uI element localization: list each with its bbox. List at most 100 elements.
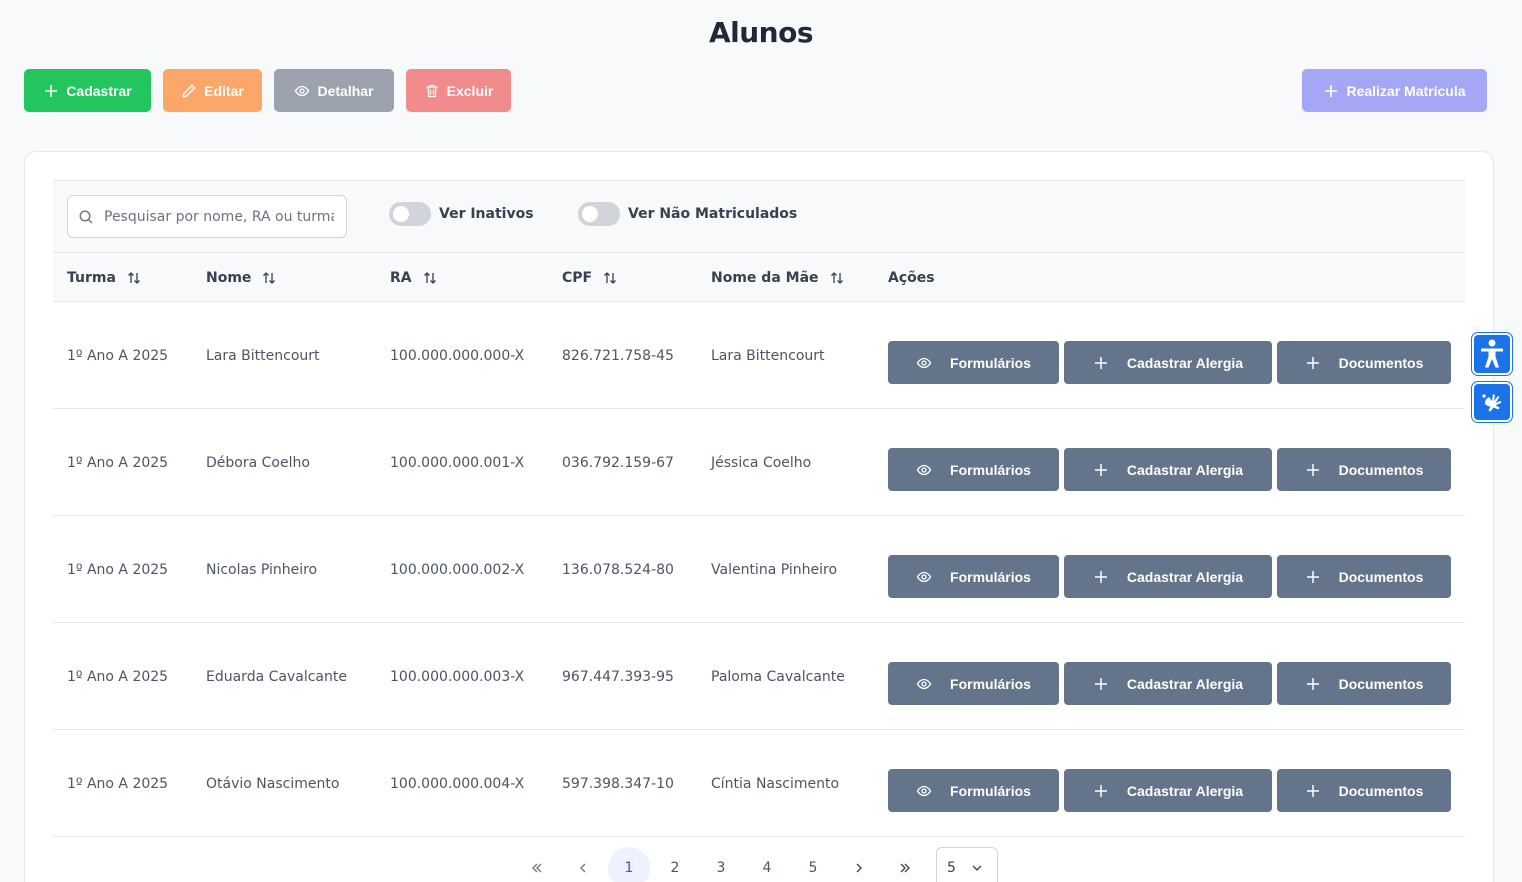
realizar-matricula-button[interactable]: Realizar Matrícula: [1302, 69, 1487, 112]
page-button[interactable]: 4: [746, 847, 788, 882]
cadastrar-alergia-button[interactable]: Cadastrar Alergia: [1064, 448, 1272, 491]
detalhar-label: Detalhar: [317, 82, 374, 99]
table-body: 1º Ano A 2025 Lara Bittencourt 100.000.0…: [53, 302, 1465, 837]
toggle-nao-matriculados-switch[interactable]: [578, 202, 620, 226]
pagination: 1 2 3 4 5 5: [25, 847, 1495, 882]
documentos-button[interactable]: Documentos: [1277, 662, 1451, 705]
cell-turma: 1º Ano A 2025: [67, 347, 169, 364]
plus-icon: [1306, 784, 1319, 797]
cadastrar-alergia-label: Cadastrar Alergia: [1126, 568, 1244, 585]
plus-icon: [1325, 84, 1338, 97]
cell-ra: 100.000.000.000-X: [390, 347, 525, 364]
rows-per-page-value: 5: [947, 860, 956, 876]
cadastrar-alergia-button[interactable]: Cadastrar Alergia: [1064, 555, 1272, 598]
filter-bar: Ver Inativos Ver Não Matriculados: [53, 180, 1465, 253]
rows-per-page-select[interactable]: 5: [936, 847, 998, 882]
formularios-button[interactable]: Formulários: [888, 662, 1059, 705]
sort-icon: [127, 271, 140, 284]
accessibility-button[interactable]: [1472, 333, 1512, 375]
cell-nome-da-mae: Paloma Cavalcante: [711, 668, 845, 685]
cadastrar-alergia-button[interactable]: Cadastrar Alergia: [1064, 341, 1272, 384]
cell-ra: 100.000.000.002-X: [390, 561, 525, 578]
cell-cpf: 967.447.393-95: [562, 668, 674, 685]
cell-turma: 1º Ano A 2025: [67, 561, 169, 578]
cell-nome-da-mae: Valentina Pinheiro: [711, 561, 838, 578]
cell-ra: 100.000.000.003-X: [390, 668, 525, 685]
search-input[interactable]: [104, 208, 334, 225]
documentos-label: Documentos: [1338, 782, 1424, 799]
detalhar-button[interactable]: Detalhar: [274, 69, 394, 112]
formularios-button[interactable]: Formulários: [888, 555, 1059, 598]
double-chevron-right-icon: [900, 863, 910, 873]
table-row[interactable]: 1º Ano A 2025 Lara Bittencourt 100.000.0…: [53, 302, 1465, 409]
excluir-button[interactable]: Excluir: [406, 69, 511, 112]
cell-nome: Nicolas Pinheiro: [206, 561, 318, 578]
cell-cpf: 826.721.758-45: [562, 347, 674, 364]
documentos-button[interactable]: Documentos: [1277, 555, 1451, 598]
documentos-button[interactable]: Documentos: [1277, 769, 1451, 812]
sort-icon: [604, 271, 617, 284]
page-button[interactable]: 5: [792, 847, 834, 882]
cell-nome-da-mae: Jéssica Coelho: [711, 454, 812, 471]
plus-icon: [1094, 463, 1107, 476]
eye-icon: [916, 678, 932, 689]
plus-icon: [1094, 677, 1107, 690]
page-button[interactable]: 1: [608, 847, 650, 882]
chevron-down-icon: [972, 865, 982, 871]
column-header-turma[interactable]: Turma: [67, 253, 142, 302]
formularios-label: Formulários: [950, 568, 1031, 585]
sort-icon: [423, 271, 436, 284]
search-icon: [79, 209, 93, 223]
pencil-icon: [182, 84, 196, 97]
cadastrar-button[interactable]: Cadastrar: [24, 69, 151, 112]
column-header-ra[interactable]: RA: [390, 253, 438, 302]
page-button[interactable]: 2: [654, 847, 696, 882]
page-button[interactable]: 3: [700, 847, 742, 882]
accessibility-icon: [1481, 339, 1503, 368]
toolbar: Cadastrar Editar Detalhar Excluir Realiz…: [24, 69, 1487, 112]
formularios-button[interactable]: Formulários: [888, 448, 1059, 491]
cell-nome-da-mae: Cíntia Nascimento: [711, 775, 840, 792]
table-row[interactable]: 1º Ano A 2025 Eduarda Cavalcante 100.000…: [53, 623, 1465, 730]
table-row[interactable]: 1º Ano A 2025 Débora Coelho 100.000.000.…: [53, 409, 1465, 516]
cell-nome: Eduarda Cavalcante: [206, 668, 347, 685]
plus-icon: [1094, 784, 1107, 797]
last-page-button[interactable]: [884, 847, 926, 882]
cadastrar-alergia-button[interactable]: Cadastrar Alergia: [1064, 769, 1272, 812]
eye-icon: [916, 357, 932, 368]
sign-language-icon: [1482, 394, 1502, 412]
cadastrar-alergia-label: Cadastrar Alergia: [1126, 675, 1244, 692]
search-box: [67, 195, 347, 238]
column-header-nome-da-mae[interactable]: Nome da Mãe: [711, 253, 845, 302]
cell-cpf: 036.792.159-67: [562, 454, 674, 471]
table-row[interactable]: 1º Ano A 2025 Otávio Nascimento 100.000.…: [53, 730, 1465, 837]
formularios-button[interactable]: Formulários: [888, 769, 1059, 812]
column-header-cpf[interactable]: CPF: [562, 253, 618, 302]
first-page-button[interactable]: [516, 847, 558, 882]
column-header-nome[interactable]: Nome: [206, 253, 277, 302]
plus-icon: [45, 84, 58, 97]
toggle-nao-matriculados-label: Ver Não Matriculados: [628, 206, 798, 222]
toggle-inativos-switch[interactable]: [389, 202, 431, 226]
sort-icon: [263, 271, 276, 284]
table-row[interactable]: 1º Ano A 2025 Nicolas Pinheiro 100.000.0…: [53, 516, 1465, 623]
cell-cpf: 136.078.524-80: [562, 561, 674, 578]
documentos-button[interactable]: Documentos: [1277, 341, 1451, 384]
column-header-label: Turma: [67, 269, 116, 286]
plus-icon: [1094, 570, 1107, 583]
formularios-button[interactable]: Formulários: [888, 341, 1059, 384]
cell-ra: 100.000.000.001-X: [390, 454, 525, 471]
cadastrar-alergia-button[interactable]: Cadastrar Alergia: [1064, 662, 1272, 705]
editar-button[interactable]: Editar: [163, 69, 262, 112]
toggle-inativos: Ver Inativos: [389, 202, 534, 226]
prev-page-button[interactable]: [562, 847, 604, 882]
documentos-button[interactable]: Documentos: [1277, 448, 1451, 491]
sign-language-button[interactable]: [1472, 382, 1512, 422]
column-header-label: Nome da Mãe: [711, 269, 819, 286]
formularios-label: Formulários: [950, 461, 1031, 478]
realizar-matricula-label: Realizar Matrícula: [1346, 82, 1466, 99]
trash-icon: [426, 84, 438, 97]
students-card: Ver Inativos Ver Não Matriculados Turma …: [24, 151, 1494, 882]
cadastrar-label: Cadastrar: [66, 82, 132, 99]
next-page-button[interactable]: [838, 847, 880, 882]
